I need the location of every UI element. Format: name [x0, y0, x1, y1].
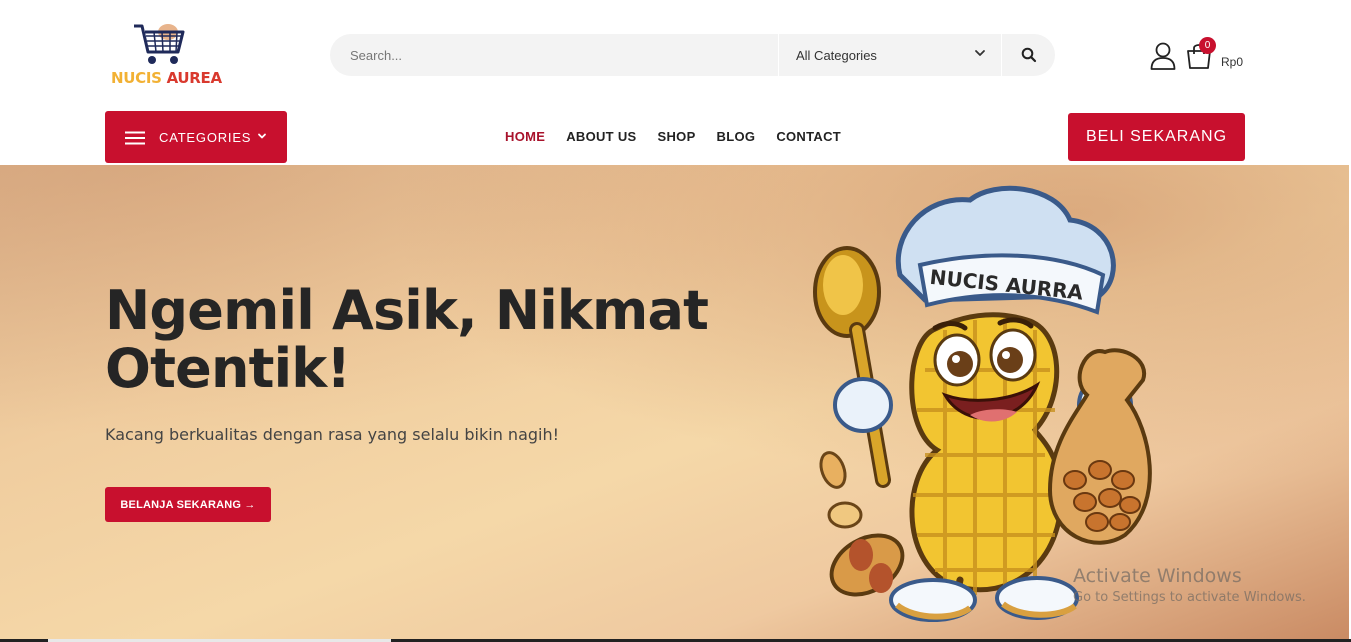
hero-subtitle: Kacang berkualitas dengan rasa yang sela…: [105, 425, 560, 444]
activate-windows-watermark: Activate Windows Go to Settings to activ…: [1073, 565, 1306, 605]
nav-item-about-us[interactable]: ABOUT US: [566, 129, 636, 144]
categories-button[interactable]: CATEGORIES: [105, 111, 287, 163]
logo-word-1: NUCIS: [111, 69, 162, 87]
cart-total[interactable]: Rp0: [1221, 55, 1243, 69]
search-input[interactable]: [330, 34, 778, 76]
categories-label: CATEGORIES: [159, 130, 252, 145]
search-bar: All Categories: [330, 34, 1055, 76]
site-logo[interactable]: NUCIS AUREA: [108, 20, 228, 92]
search-divider: [778, 34, 779, 76]
search-divider: [1001, 34, 1002, 76]
main-nav: HOME ABOUT US SHOP BLOG CONTACT: [505, 129, 862, 144]
nav-item-shop[interactable]: SHOP: [658, 129, 696, 144]
search-button[interactable]: [1003, 34, 1055, 76]
logo-word-2: AUREA: [166, 69, 223, 87]
category-select-value: All Categories: [796, 47, 877, 63]
hamburger-menu-icon: [125, 131, 145, 145]
shop-now-button[interactable]: BELANJA SEKARANG →: [105, 487, 271, 522]
nav-item-home[interactable]: HOME: [505, 129, 545, 144]
watermark-line-1: Activate Windows: [1073, 565, 1242, 587]
nav-item-blog[interactable]: BLOG: [717, 129, 756, 144]
buy-now-button[interactable]: BELI SEKARANG: [1068, 113, 1245, 161]
chevron-down-icon: [258, 133, 266, 139]
cart-logo-icon: [134, 24, 185, 64]
search-icon: [1021, 47, 1037, 63]
user-icon[interactable]: [1150, 42, 1176, 70]
logo-wordmark: NUCIS AUREA: [111, 69, 222, 87]
chevron-down-icon: [975, 50, 985, 56]
watermark-line-2: Go to Settings to activate Windows.: [1073, 590, 1306, 605]
cart-count-badge: 0: [1199, 37, 1216, 54]
hero-title: Ngemil Asik, Nikmat Otentik!: [105, 279, 709, 400]
peanut-chef-mascot-image: NUCIS AURRA: [813, 185, 1152, 622]
category-select[interactable]: All Categories: [780, 34, 1000, 76]
nav-item-contact[interactable]: CONTACT: [776, 129, 841, 144]
